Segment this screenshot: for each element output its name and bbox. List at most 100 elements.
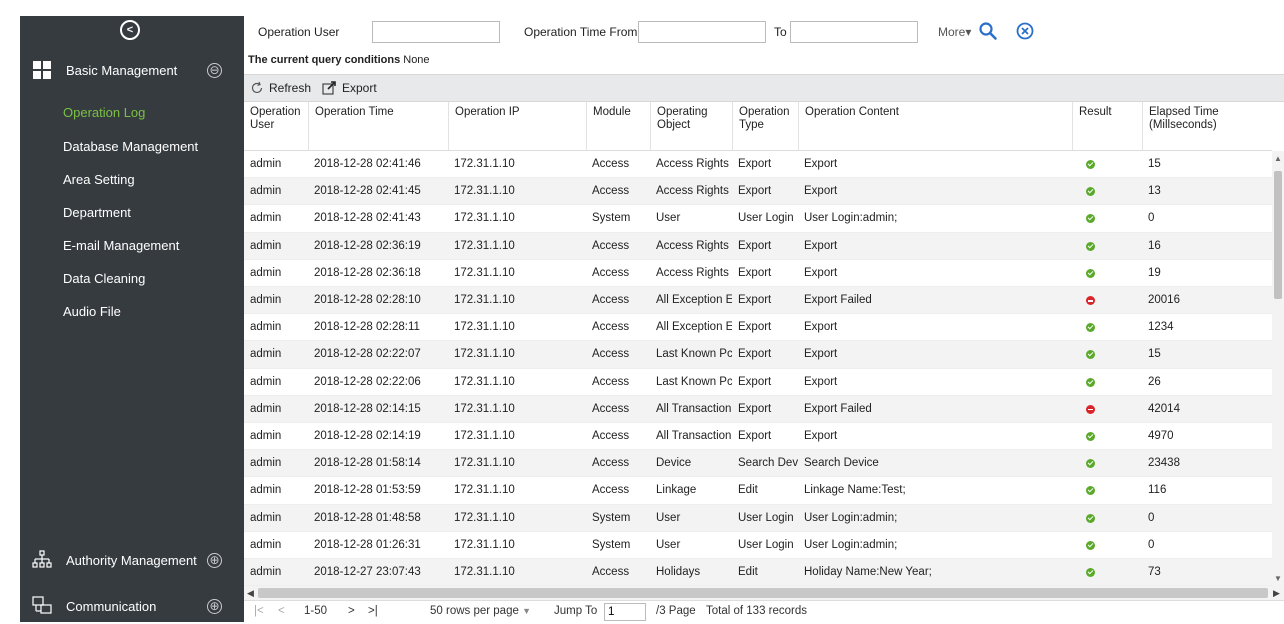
- jump-to-input[interactable]: [604, 603, 646, 621]
- table-row[interactable]: admin 2018-12-28 02:41:43 172.31.1.10 Syste…: [244, 205, 1272, 233]
- more-filters-dropdown[interactable]: More▾: [938, 25, 971, 39]
- operation-user-input[interactable]: [372, 21, 500, 43]
- cell-operation-ip: 172.31.1.10: [454, 185, 515, 198]
- table-row[interactable]: admin 2018-12-28 01:26:31 172.31.1.10 Syste…: [244, 532, 1272, 559]
- sidebar-item-database-management[interactable]: Database Management: [63, 139, 198, 154]
- sidebar-item-department[interactable]: Department: [63, 205, 131, 220]
- vertical-scrollbar[interactable]: ▲ ▼: [1272, 151, 1284, 586]
- cell-operation-type: Export: [738, 321, 772, 334]
- table-row[interactable]: admin 2018-12-28 01:58:14 172.31.1.10 Acces…: [244, 450, 1272, 478]
- cell-operating-object: Access Rights: [656, 239, 729, 252]
- cell-module: Access: [592, 294, 630, 306]
- table-row[interactable]: admin 2018-12-28 01:48:58 172.31.1.10 Syste…: [244, 504, 1272, 532]
- table-row[interactable]: admin 2018-12-28 02:28:10 172.31.1.10 Acces…: [244, 287, 1272, 315]
- table-row[interactable]: admin 2018-12-28 01:53:59 172.31.1.10 Acces…: [244, 477, 1272, 505]
- cell-operating-object: Device: [656, 457, 692, 470]
- cell-operation-time: 2018-12-28 01:53:59: [314, 484, 421, 497]
- expand-module-icon[interactable]: ⊕: [207, 552, 222, 568]
- cell-operation-time: 2018-12-28 02:22:07: [314, 348, 421, 361]
- sidebar-item-area-setting[interactable]: Area Setting: [63, 172, 135, 187]
- rows-per-page-select[interactable]: 50 rows per page ▼: [430, 605, 531, 617]
- cell-operation-user: admin: [250, 294, 282, 306]
- cell-result: [1072, 260, 1142, 287]
- scroll-down-icon[interactable]: ▼: [1274, 575, 1282, 583]
- status-success-icon: [1086, 160, 1095, 169]
- cell-operation-type: Export: [738, 185, 772, 198]
- column-header-operating-object[interactable]: Operating Object: [650, 102, 732, 151]
- cell-operation-type: Edit: [738, 566, 758, 578]
- first-page-button[interactable]: |<: [254, 605, 264, 617]
- collapse-module-icon[interactable]: ⊖: [207, 62, 222, 78]
- time-to-input[interactable]: [790, 21, 918, 43]
- export-button[interactable]: Export: [322, 81, 377, 95]
- sidebar-item-audio-file[interactable]: Audio File: [63, 304, 121, 319]
- column-header-operation-content[interactable]: Operation Content: [798, 102, 1072, 151]
- cell-operation-time: 2018-12-28 02:41:43: [314, 212, 421, 225]
- prev-page-button[interactable]: <: [278, 605, 285, 617]
- cell-elapsed-time: 20016: [1148, 294, 1180, 306]
- next-page-button[interactable]: >: [348, 605, 355, 617]
- collapse-sidebar-icon[interactable]: <: [120, 20, 140, 40]
- table-row[interactable]: admin 2018-12-28 02:41:46 172.31.1.10 Acces…: [244, 151, 1272, 179]
- cell-module: Access: [592, 321, 630, 334]
- module-basic-management[interactable]: Basic Management ⊖: [20, 52, 244, 88]
- table-row[interactable]: admin 2018-12-28 02:14:15 172.31.1.10 Acces…: [244, 395, 1272, 423]
- module-authority-management[interactable]: Authority Management ⊕: [20, 542, 244, 578]
- table-row[interactable]: admin 2018-12-27 23:07:43 172.31.1.10 Acces…: [244, 559, 1272, 586]
- search-icon[interactable]: [978, 21, 998, 41]
- scroll-right-icon[interactable]: ▶: [1273, 588, 1280, 599]
- table-row[interactable]: admin 2018-12-28 02:28:11 172.31.1.10 Acces…: [244, 314, 1272, 342]
- column-header-operation-ip[interactable]: Operation IP: [448, 102, 586, 151]
- vertical-scroll-thumb[interactable]: [1274, 171, 1282, 299]
- refresh-button[interactable]: Refresh: [250, 81, 311, 95]
- cell-module: Access: [592, 430, 630, 442]
- module-communication[interactable]: Communication ⊕: [20, 588, 244, 624]
- horizontal-scrollbar[interactable]: ◀ ▶: [244, 586, 1284, 600]
- status-success-icon: [1086, 377, 1095, 387]
- cell-operation-type: User Login: [738, 212, 794, 225]
- cell-module: Access: [592, 348, 630, 361]
- cell-operation-time: 2018-12-28 01:58:14: [314, 457, 421, 470]
- cell-result: [1072, 314, 1142, 341]
- cell-operation-user: admin: [250, 185, 282, 198]
- last-page-button[interactable]: >|: [368, 605, 378, 617]
- column-header-elapsed-time[interactable]: Elapsed Time (Millseconds): [1142, 102, 1272, 151]
- table-body: admin 2018-12-28 02:41:46 172.31.1.10 Acces…: [244, 151, 1272, 586]
- scroll-left-icon[interactable]: ◀: [247, 588, 254, 599]
- table-row[interactable]: admin 2018-12-28 02:14:19 172.31.1.10 Acces…: [244, 423, 1272, 451]
- column-header-result[interactable]: Result: [1072, 102, 1142, 151]
- time-from-input[interactable]: [638, 21, 766, 43]
- cell-operation-content: Export: [804, 321, 838, 334]
- table-row[interactable]: admin 2018-12-28 02:22:06 172.31.1.10 Acces…: [244, 369, 1272, 396]
- time-to-label: To: [774, 25, 787, 39]
- sidebar-item-email-management[interactable]: E-mail Management: [63, 238, 179, 253]
- toolbar: Refresh Export: [244, 74, 1284, 102]
- cell-operation-content: Export: [804, 266, 838, 279]
- cell-operation-type: Export: [738, 402, 772, 415]
- column-header-operation-time[interactable]: Operation Time: [308, 102, 448, 151]
- main-content: Operation User Operation Time From To Mo…: [244, 16, 1284, 622]
- table-row[interactable]: admin 2018-12-28 02:41:45 172.31.1.10 Acces…: [244, 178, 1272, 206]
- table-row[interactable]: admin 2018-12-28 02:36:19 172.31.1.10 Acces…: [244, 232, 1272, 260]
- cell-module: Access: [592, 457, 630, 470]
- status-success-icon: [1086, 459, 1095, 469]
- status-failed-icon: [1086, 296, 1095, 305]
- authority-management-icon: [32, 550, 52, 568]
- expand-module-icon[interactable]: ⊕: [207, 598, 222, 614]
- cell-operation-content: Export: [804, 185, 838, 198]
- scroll-up-icon[interactable]: ▲: [1274, 155, 1282, 163]
- table-row[interactable]: admin 2018-12-28 02:22:07 172.31.1.10 Acces…: [244, 341, 1272, 369]
- column-header-module[interactable]: Module: [586, 102, 650, 151]
- clear-icon[interactable]: [1016, 22, 1034, 40]
- column-header-operation-type[interactable]: Operation Type: [732, 102, 798, 151]
- cell-operation-user: admin: [250, 321, 282, 334]
- sidebar-item-operation-log[interactable]: Operation Log: [63, 105, 145, 120]
- cell-operation-ip: 172.31.1.10: [454, 375, 515, 388]
- horizontal-scroll-thumb[interactable]: [258, 588, 1268, 598]
- query-conditions-value: None: [403, 54, 430, 66]
- table-row[interactable]: admin 2018-12-28 02:36:18 172.31.1.10 Acces…: [244, 260, 1272, 287]
- cell-operation-content: Holiday Name:New Year;: [804, 566, 932, 578]
- cell-operation-time: 2018-12-28 02:28:10: [314, 294, 421, 306]
- column-header-operation-user[interactable]: Operation User: [244, 102, 308, 151]
- sidebar-item-data-cleaning[interactable]: Data Cleaning: [63, 271, 145, 286]
